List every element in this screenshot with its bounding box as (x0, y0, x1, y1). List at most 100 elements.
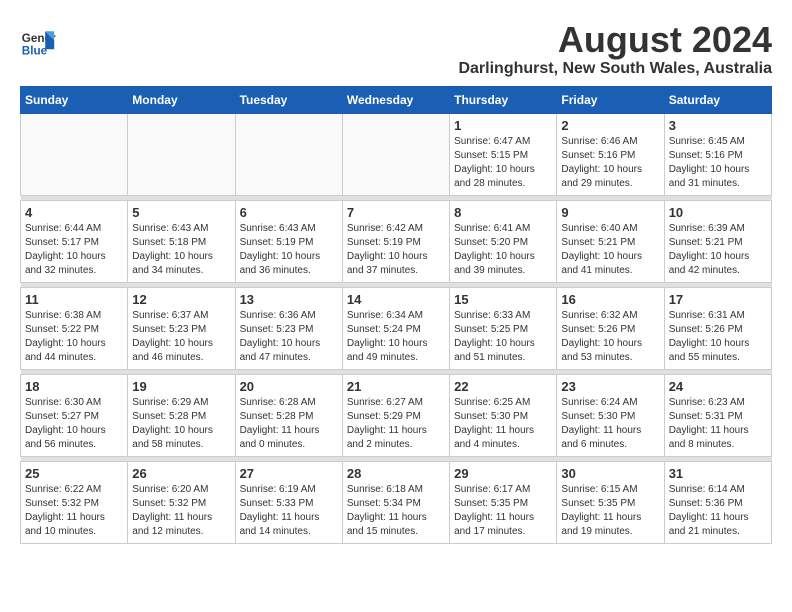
day-number: 5 (132, 205, 230, 220)
day-info: Sunrise: 6:42 AMSunset: 5:19 PMDaylight:… (347, 222, 445, 278)
day-number: 15 (454, 292, 552, 307)
calendar-cell: 5Sunrise: 6:43 AMSunset: 5:18 PMDaylight… (128, 200, 235, 282)
day-info: Sunrise: 6:38 AMSunset: 5:22 PMDaylight:… (25, 309, 123, 365)
day-info: Sunrise: 6:14 AMSunset: 5:36 PMDaylight:… (669, 483, 767, 539)
day-info: Sunrise: 6:23 AMSunset: 5:31 PMDaylight:… (669, 396, 767, 452)
day-info: Sunrise: 6:34 AMSunset: 5:24 PMDaylight:… (347, 309, 445, 365)
day-number: 1 (454, 118, 552, 133)
header-tuesday: Tuesday (235, 86, 342, 113)
calendar-cell (235, 113, 342, 195)
calendar-header: SundayMondayTuesdayWednesdayThursdayFrid… (21, 86, 772, 113)
day-number: 6 (240, 205, 338, 220)
calendar-body: 1 Sunrise: 6:47 AMSunset: 5:15 PMDaylight… (21, 113, 772, 543)
header-wednesday: Wednesday (342, 86, 449, 113)
svg-text:Blue: Blue (22, 45, 48, 58)
calendar-cell: 10Sunrise: 6:39 AMSunset: 5:21 PMDayligh… (664, 200, 771, 282)
day-info: Sunrise: 6:31 AMSunset: 5:26 PMDaylight:… (669, 309, 767, 365)
calendar-cell: 8 Sunrise: 6:41 AMSunset: 5:20 PMDaylight… (450, 200, 557, 282)
day-number: 12 (132, 292, 230, 307)
calendar-cell: 2 Sunrise: 6:46 AMSunset: 5:16 PMDaylight… (557, 113, 664, 195)
day-number: 25 (25, 466, 123, 481)
week-row-2: 4 Sunrise: 6:44 AMSunset: 5:17 PMDaylight… (21, 200, 772, 282)
week-row-1: 1 Sunrise: 6:47 AMSunset: 5:15 PMDaylight… (21, 113, 772, 195)
day-number: 18 (25, 379, 123, 394)
calendar-cell: 13 Sunrise: 6:36 AMSunset: 5:23 PMDayligh… (235, 287, 342, 369)
day-info: Sunrise: 6:37 AMSunset: 5:23 PMDaylight:… (132, 309, 230, 365)
day-info: Sunrise: 6:18 AMSunset: 5:34 PMDaylight:… (347, 483, 445, 539)
day-number: 4 (25, 205, 123, 220)
calendar-cell: 24 Sunrise: 6:23 AMSunset: 5:31 PMDayligh… (664, 374, 771, 456)
calendar-cell: 26 Sunrise: 6:20 AMSunset: 5:32 PMDayligh… (128, 461, 235, 543)
day-number: 11 (25, 292, 123, 307)
calendar-cell: 9Sunrise: 6:40 AMSunset: 5:21 PMDaylight… (557, 200, 664, 282)
day-info: Sunrise: 6:46 AMSunset: 5:16 PMDaylight:… (561, 135, 659, 191)
day-number: 7 (347, 205, 445, 220)
header-thursday: Thursday (450, 86, 557, 113)
day-number: 16 (561, 292, 659, 307)
day-number: 22 (454, 379, 552, 394)
day-number: 19 (132, 379, 230, 394)
day-info: Sunrise: 6:22 AMSunset: 5:32 PMDaylight:… (25, 483, 123, 539)
header-monday: Monday (128, 86, 235, 113)
calendar-cell: 29 Sunrise: 6:17 AMSunset: 5:35 PMDayligh… (450, 461, 557, 543)
calendar-cell: 17 Sunrise: 6:31 AMSunset: 5:26 PMDayligh… (664, 287, 771, 369)
day-number: 26 (132, 466, 230, 481)
calendar-cell: 20Sunrise: 6:28 AMSunset: 5:28 PMDayligh… (235, 374, 342, 456)
calendar-cell: 27Sunrise: 6:19 AMSunset: 5:33 PMDayligh… (235, 461, 342, 543)
title-block: August 2024 Darlinghurst, New South Wale… (458, 20, 772, 78)
day-info: Sunrise: 6:15 AMSunset: 5:35 PMDaylight:… (561, 483, 659, 539)
calendar-cell: 25 Sunrise: 6:22 AMSunset: 5:32 PMDayligh… (21, 461, 128, 543)
day-info: Sunrise: 6:19 AMSunset: 5:33 PMDaylight:… (240, 483, 338, 539)
header-friday: Friday (557, 86, 664, 113)
day-number: 2 (561, 118, 659, 133)
calendar-cell: 18Sunrise: 6:30 AMSunset: 5:27 PMDayligh… (21, 374, 128, 456)
logo-icon: General Blue (20, 24, 56, 60)
day-info: Sunrise: 6:17 AMSunset: 5:35 PMDaylight:… (454, 483, 552, 539)
day-number: 29 (454, 466, 552, 481)
day-info: Sunrise: 6:40 AMSunset: 5:21 PMDaylight:… (561, 222, 659, 278)
calendar-cell (128, 113, 235, 195)
calendar-cell: 7 Sunrise: 6:42 AMSunset: 5:19 PMDaylight… (342, 200, 449, 282)
day-number: 8 (454, 205, 552, 220)
calendar-cell: 4 Sunrise: 6:44 AMSunset: 5:17 PMDaylight… (21, 200, 128, 282)
calendar-cell (342, 113, 449, 195)
day-number: 24 (669, 379, 767, 394)
day-info: Sunrise: 6:32 AMSunset: 5:26 PMDaylight:… (561, 309, 659, 365)
calendar-cell: 16 Sunrise: 6:32 AMSunset: 5:26 PMDayligh… (557, 287, 664, 369)
calendar-cell: 15 Sunrise: 6:33 AMSunset: 5:25 PMDayligh… (450, 287, 557, 369)
day-info: Sunrise: 6:20 AMSunset: 5:32 PMDaylight:… (132, 483, 230, 539)
day-info: Sunrise: 6:33 AMSunset: 5:25 PMDaylight:… (454, 309, 552, 365)
calendar-cell: 12 Sunrise: 6:37 AMSunset: 5:23 PMDayligh… (128, 287, 235, 369)
calendar-cell: 28 Sunrise: 6:18 AMSunset: 5:34 PMDayligh… (342, 461, 449, 543)
calendar-cell (21, 113, 128, 195)
main-title: August 2024 (458, 20, 772, 60)
day-info: Sunrise: 6:41 AMSunset: 5:20 PMDaylight:… (454, 222, 552, 278)
calendar-table: SundayMondayTuesdayWednesdayThursdayFrid… (20, 86, 772, 544)
day-number: 14 (347, 292, 445, 307)
day-info: Sunrise: 6:25 AMSunset: 5:30 PMDaylight:… (454, 396, 552, 452)
day-info: Sunrise: 6:44 AMSunset: 5:17 PMDaylight:… (25, 222, 123, 278)
header-sunday: Sunday (21, 86, 128, 113)
day-number: 13 (240, 292, 338, 307)
day-info: Sunrise: 6:45 AMSunset: 5:16 PMDaylight:… (669, 135, 767, 191)
calendar-cell: 19 Sunrise: 6:29 AMSunset: 5:28 PMDayligh… (128, 374, 235, 456)
calendar-cell: 31 Sunrise: 6:14 AMSunset: 5:36 PMDayligh… (664, 461, 771, 543)
calendar-cell: 3 Sunrise: 6:45 AMSunset: 5:16 PMDaylight… (664, 113, 771, 195)
day-number: 31 (669, 466, 767, 481)
calendar-cell: 14 Sunrise: 6:34 AMSunset: 5:24 PMDayligh… (342, 287, 449, 369)
day-info: Sunrise: 6:36 AMSunset: 5:23 PMDaylight:… (240, 309, 338, 365)
day-number: 17 (669, 292, 767, 307)
day-info: Sunrise: 6:24 AMSunset: 5:30 PMDaylight:… (561, 396, 659, 452)
logo: General Blue (20, 24, 60, 60)
day-number: 28 (347, 466, 445, 481)
header-row: SundayMondayTuesdayWednesdayThursdayFrid… (21, 86, 772, 113)
calendar-cell: 11 Sunrise: 6:38 AMSunset: 5:22 PMDayligh… (21, 287, 128, 369)
day-info: Sunrise: 6:47 AMSunset: 5:15 PMDaylight:… (454, 135, 552, 191)
day-number: 23 (561, 379, 659, 394)
day-info: Sunrise: 6:27 AMSunset: 5:29 PMDaylight:… (347, 396, 445, 452)
day-number: 10 (669, 205, 767, 220)
day-number: 3 (669, 118, 767, 133)
day-info: Sunrise: 6:29 AMSunset: 5:28 PMDaylight:… (132, 396, 230, 452)
day-number: 20 (240, 379, 338, 394)
calendar-cell: 22 Sunrise: 6:25 AMSunset: 5:30 PMDayligh… (450, 374, 557, 456)
